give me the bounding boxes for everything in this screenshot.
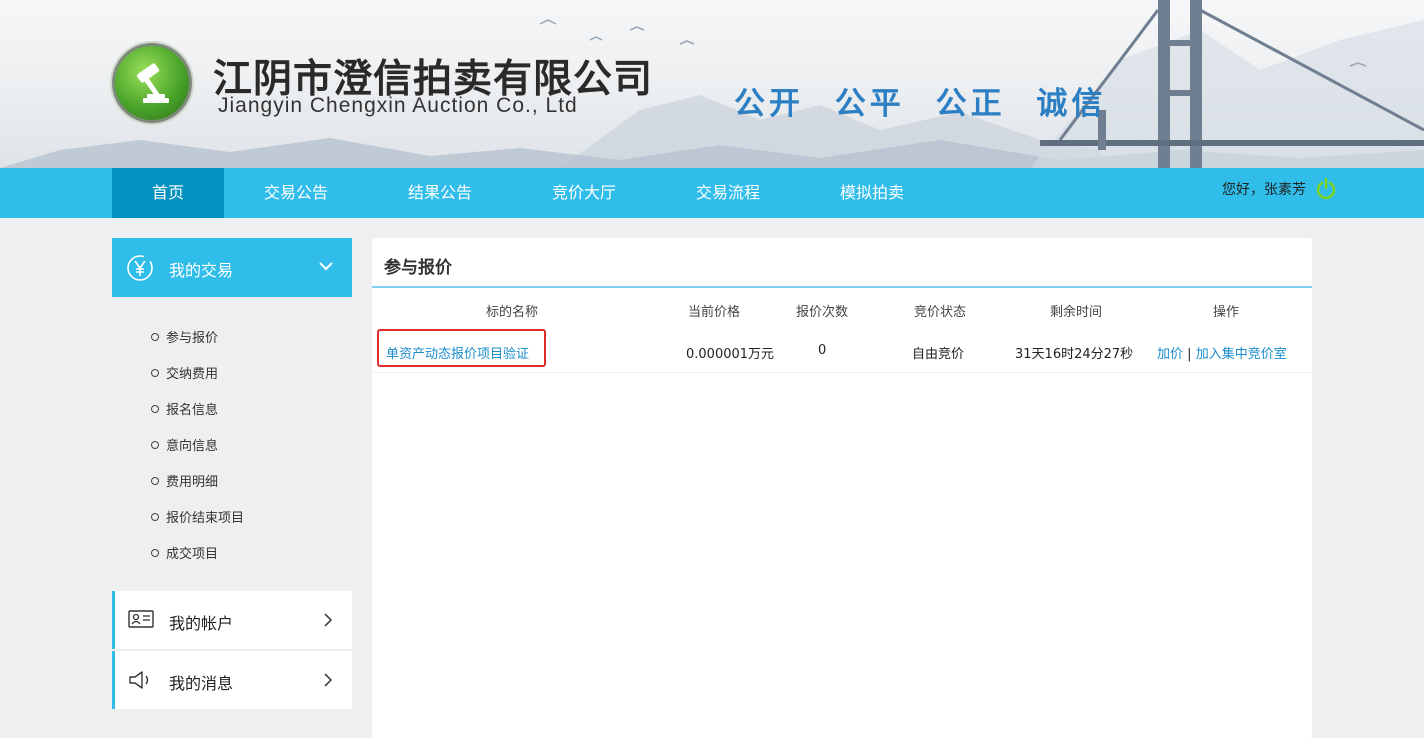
bullet-icon: [151, 369, 159, 377]
nav-result-notices[interactable]: 结果公告: [368, 168, 512, 218]
bid-status: 自由竞价: [912, 347, 965, 362]
action-separator: |: [1187, 347, 1192, 362]
bullet-icon: [151, 477, 159, 485]
sidebar-item-label: 报名信息: [166, 403, 219, 418]
site-header: 江阴市澄信拍卖有限公司 Jiangyin Chengxin Auction Co…: [0, 0, 1424, 168]
power-icon[interactable]: [1316, 178, 1336, 200]
nav-bidding-hall[interactable]: 竞价大厅: [512, 168, 656, 218]
chevron-right-icon: [324, 673, 333, 687]
column-header-remaining: 剩余时间: [1049, 305, 1102, 320]
sidebar-item-deals[interactable]: 成交项目: [151, 543, 218, 563]
column-header-name: 标的名称: [485, 305, 538, 320]
speaker-icon: [129, 671, 149, 689]
sidebar-my-account-label: 我的帐户: [169, 614, 234, 633]
raise-bid-link[interactable]: 加价: [1157, 347, 1183, 362]
sidebar-item-label: 参与报价: [166, 331, 219, 346]
bullet-icon: [151, 549, 159, 557]
sidebar-section-my-account[interactable]: 我的帐户: [112, 591, 352, 649]
user-greeting: 您好，张素芳: [1222, 182, 1306, 198]
main-nav: 首页 交易公告 结果公告 竞价大厅 交易流程 模拟拍卖 您好，张素芳: [0, 168, 1424, 218]
header-slogan: 公开 公平 公正 诚信: [734, 86, 1107, 122]
company-logo: [112, 43, 192, 123]
bidding-panel: 参与报价 标的名称 当前价格 报价次数 竞价状态 剩余时间 操作 单资产动态报价…: [372, 238, 1312, 738]
sidebar-my-trades-list: 参与报价 交纳费用 报名信息 意向信息 费用明细 报价结束项目 成交项目: [112, 297, 352, 591]
nav-mock-auction[interactable]: 模拟拍卖: [800, 168, 944, 218]
company-name-en: Jiangyin Chengxin Auction Co., Ltd: [218, 94, 578, 117]
sidebar-section-my-messages[interactable]: 我的消息: [112, 651, 352, 709]
highlight-box: [377, 329, 546, 367]
id-card-icon: [128, 610, 154, 628]
sidebar-item-ended-projects[interactable]: 报价结束项目: [151, 507, 244, 527]
bullet-icon: [151, 441, 159, 449]
gavel-logo-icon: [136, 63, 169, 103]
chevron-down-icon: [319, 262, 333, 271]
nav-trade-process[interactable]: 交易流程: [656, 168, 800, 218]
panel-divider: [372, 286, 1312, 288]
sidebar-item-label: 交纳费用: [166, 367, 219, 382]
yen-icon: [127, 255, 153, 281]
sidebar-item-label: 意向信息: [166, 439, 219, 454]
column-header-bid-count: 报价次数: [795, 305, 848, 320]
nav-home[interactable]: 首页: [112, 168, 224, 218]
bullet-icon: [151, 513, 159, 521]
sidebar-item-label: 成交项目: [166, 547, 219, 562]
nav-trade-notices[interactable]: 交易公告: [224, 168, 368, 218]
sidebar-item-registration[interactable]: 报名信息: [151, 399, 218, 419]
sidebar-item-label: 费用明细: [166, 475, 219, 490]
panel-title: 参与报价: [384, 258, 452, 278]
column-header-status: 竞价状态: [913, 305, 966, 320]
bullet-icon: [151, 405, 159, 413]
sidebar-my-trades-label: 我的交易: [169, 261, 234, 280]
current-price: 0.000001万元: [686, 347, 775, 362]
join-bidding-room-link[interactable]: 加入集中竞价室: [1196, 347, 1287, 362]
sidebar-item-pay-fees[interactable]: 交纳费用: [151, 363, 218, 383]
sidebar-section-my-trades[interactable]: 我的交易: [112, 238, 352, 297]
sidebar-item-label: 报价结束项目: [166, 511, 245, 526]
sidebar-my-messages-label: 我的消息: [169, 674, 234, 693]
sidebar-item-bidding[interactable]: 参与报价: [151, 327, 218, 347]
sidebar-item-fee-details[interactable]: 费用明细: [151, 471, 218, 491]
chevron-right-icon: [324, 613, 333, 627]
column-header-action: 操作: [1212, 305, 1239, 320]
remaining-time: 31天16时24分27秒: [1015, 347, 1134, 362]
column-header-price: 当前价格: [687, 305, 740, 320]
bid-count: 0: [818, 343, 827, 358]
sidebar-item-intention[interactable]: 意向信息: [151, 435, 218, 455]
sidebar: 我的交易 参与报价 交纳费用 报名信息 意向信息 费用明细 报价结束项目 成交项…: [112, 238, 352, 710]
bullet-icon: [151, 333, 159, 341]
